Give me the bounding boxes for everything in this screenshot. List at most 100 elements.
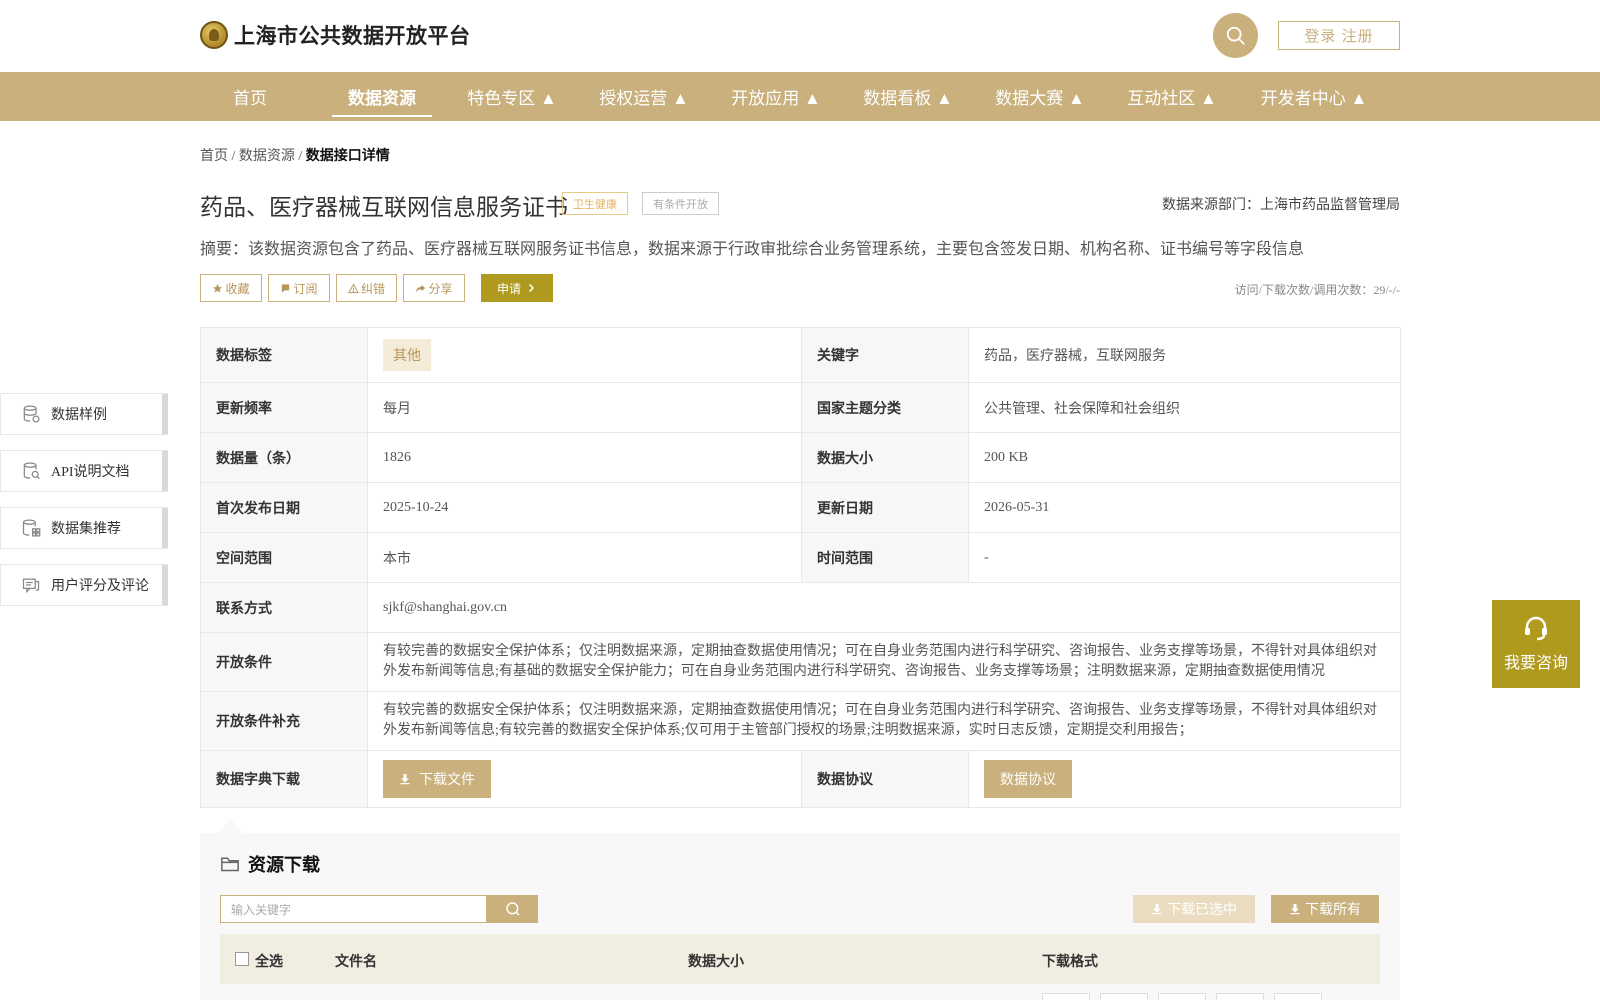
share-label: 分享 bbox=[428, 281, 453, 296]
time-range-label: 时间范围 bbox=[801, 532, 969, 583]
logo-emblem-icon bbox=[200, 21, 228, 49]
open-condition-extra-value: 有较完善的数据安全保护体系；仅注明数据来源，定期抽查数据使用情况；可在自身业务范… bbox=[367, 691, 1401, 751]
agreement-label: 数据协议 bbox=[801, 750, 969, 808]
category-tag: 卫生健康 bbox=[562, 192, 628, 215]
nav-data-resources[interactable]: 数据资源 bbox=[332, 72, 432, 121]
nav-special-zones[interactable]: 特色专区 ▲ bbox=[462, 72, 562, 121]
size-label: 数据大小 bbox=[801, 432, 969, 483]
main-nav: 首页 数据资源 特色专区 ▲ 授权运营 ▲ 开放应用 ▲ 数据看板 ▲ 数据大赛… bbox=[0, 72, 1600, 121]
breadcrumb: 首页 / 数据资源 / 数据接口详情 bbox=[200, 145, 390, 165]
format-button[interactable] bbox=[1274, 993, 1322, 1000]
dataset-grid-icon bbox=[22, 519, 41, 537]
login-register-button[interactable]: 登录 注册 bbox=[1278, 21, 1400, 50]
breadcrumb-resources[interactable]: 数据资源 bbox=[239, 149, 295, 164]
frequency-label: 更新频率 bbox=[200, 382, 368, 433]
format-button[interactable] bbox=[1216, 993, 1264, 1000]
nav-community[interactable]: 互动社区 ▲ bbox=[1122, 72, 1222, 121]
data-agreement-button[interactable]: 数据协议 bbox=[984, 760, 1072, 798]
nav-open-apps[interactable]: 开放应用 ▲ bbox=[726, 72, 826, 121]
space-range-value: 本市 bbox=[367, 532, 802, 583]
nav-data-dashboard[interactable]: 数据看板 ▲ bbox=[858, 72, 958, 121]
table-row: 联系方式 sjkf@shanghai.gov.cn bbox=[200, 582, 1401, 633]
visit-stats: 访问/下载次数/调用次数：29/-/- bbox=[1234, 283, 1400, 297]
frequency-value: 每月 bbox=[367, 382, 802, 433]
breadcrumb-separator: / bbox=[298, 149, 303, 164]
contact-value: sjkf@shanghai.gov.cn bbox=[367, 582, 1401, 633]
sidebar-item-data-sample[interactable]: 数据样例 bbox=[0, 393, 168, 435]
open-condition-label: 开放条件 bbox=[200, 632, 368, 692]
col-select-all[interactable]: 全选 bbox=[255, 951, 283, 971]
space-range-label: 空间范围 bbox=[200, 532, 368, 583]
data-tag-pill[interactable]: 其他 bbox=[383, 339, 431, 371]
top-header: 上海市公共数据开放平台 登录 注册 bbox=[0, 0, 1600, 72]
chevron-right-icon bbox=[528, 283, 535, 293]
resource-summary: 摘要：该数据资源包含了药品、医疗器械互联网服务证书信息，数据来源于行政审批综合业… bbox=[200, 241, 1305, 258]
download-all-button[interactable]: 下载所有 bbox=[1271, 895, 1379, 923]
table-row: 首次发布日期 2025-10-24 更新日期 2026-05-31 bbox=[200, 482, 1401, 533]
site-logo[interactable]: 上海市公共数据开放平台 bbox=[200, 20, 471, 50]
col-filename: 文件名 bbox=[335, 955, 377, 970]
subscribe-label: 订阅 bbox=[293, 281, 318, 296]
count-value: 1826 bbox=[367, 432, 802, 483]
headset-icon bbox=[1525, 616, 1547, 641]
table-row: 开放条件 有较完善的数据安全保护体系；仅注明数据来源，定期抽查数据使用情况；可在… bbox=[200, 632, 1401, 692]
format-button[interactable] bbox=[1158, 993, 1206, 1000]
sidebar-item-user-reviews[interactable]: 用户评分及评论 bbox=[0, 564, 168, 606]
dictionary-download-label: 数据字典下载 bbox=[200, 750, 368, 808]
resource-detail-table: 数据标签 其他 关键字 药品，医疗器械，互联网服务 更新频率 每月 国家主题分类… bbox=[200, 327, 1401, 808]
keywords-value: 药品，医疗器械，互联网服务 bbox=[968, 327, 1401, 383]
favorite-label: 收藏 bbox=[225, 281, 250, 296]
contact-label: 联系方式 bbox=[200, 582, 368, 633]
table-row: 开放条件补充 有较完善的数据安全保护体系；仅注明数据来源，定期抽查数据使用情况；… bbox=[200, 691, 1401, 751]
bookmark-flag-icon bbox=[282, 283, 290, 293]
site-title: 上海市公共数据开放平台 bbox=[234, 24, 471, 48]
format-button[interactable] bbox=[1100, 993, 1148, 1000]
open-type-tag: 有条件开放 bbox=[642, 192, 719, 215]
format-button[interactable] bbox=[1042, 993, 1090, 1000]
nav-data-contest[interactable]: 数据大赛 ▲ bbox=[990, 72, 1090, 121]
download-selected-button[interactable]: 下载已选中 bbox=[1133, 895, 1255, 923]
table-row: 空间范围 本市 时间范围 - bbox=[200, 532, 1401, 583]
theme-value: 公共管理、社会保障和社会组织 bbox=[968, 382, 1401, 433]
first-publish-label: 首次发布日期 bbox=[200, 482, 368, 533]
nav-developer-center[interactable]: 开发者中心 ▲ bbox=[1254, 72, 1374, 121]
breadcrumb-home[interactable]: 首页 bbox=[200, 149, 228, 164]
download-all-label: 下载所有 bbox=[1305, 901, 1361, 917]
favorite-button[interactable]: 收藏 bbox=[200, 274, 262, 302]
download-icon bbox=[400, 774, 410, 785]
correct-error-label: 纠错 bbox=[360, 281, 385, 296]
nav-home[interactable]: 首页 bbox=[200, 72, 300, 121]
download-title-text: 资源下载 bbox=[248, 855, 320, 876]
breadcrumb-current: 数据接口详情 bbox=[305, 149, 390, 164]
table-row: 数据量（条） 1826 数据大小 200 KB bbox=[200, 432, 1401, 483]
open-condition-value: 有较完善的数据安全保护体系；仅注明数据来源，定期抽查数据使用情况；可在自身业务范… bbox=[367, 632, 1401, 692]
correct-error-button[interactable]: 纠错 bbox=[336, 274, 397, 302]
resource-title: 药品、医疗器械互联网信息服务证书 bbox=[200, 195, 568, 221]
consult-widget[interactable]: 我要咨询 bbox=[1492, 600, 1580, 688]
col-download-format: 下载格式 bbox=[1042, 955, 1098, 970]
subscribe-button[interactable]: 订阅 bbox=[268, 274, 330, 302]
keyword-search-input[interactable]: 输入关键字 bbox=[220, 895, 487, 923]
global-search-button[interactable] bbox=[1213, 13, 1258, 58]
database-icon bbox=[23, 405, 40, 423]
sidebar-item-label: 数据集推荐 bbox=[51, 522, 121, 537]
consult-label: 我要咨询 bbox=[1503, 655, 1568, 672]
sidebar-item-api-doc[interactable]: API说明文档 bbox=[0, 450, 168, 492]
resource-download-section: 资源下载 输入关键字 下载已选中 下载所有 全选 文件名 数据大小 下载格式 bbox=[200, 833, 1400, 1000]
col-data-size: 数据大小 bbox=[688, 955, 744, 970]
search-icon bbox=[1226, 26, 1245, 45]
share-button[interactable]: 分享 bbox=[403, 274, 465, 302]
apply-button[interactable]: 申请 bbox=[481, 274, 553, 302]
search-icon bbox=[505, 902, 520, 916]
file-table-header: 全选 文件名 数据大小 下载格式 bbox=[220, 934, 1380, 984]
download-icon bbox=[1152, 904, 1162, 915]
download-file-button[interactable]: 下载文件 bbox=[383, 760, 491, 798]
sidebar-item-label: 用户评分及评论 bbox=[51, 579, 149, 594]
select-all-checkbox[interactable] bbox=[235, 952, 249, 966]
nav-authorized-operation[interactable]: 授权运营 ▲ bbox=[594, 72, 694, 121]
warning-icon bbox=[348, 282, 359, 293]
keyword-search-button[interactable] bbox=[487, 895, 538, 923]
table-row: 更新频率 每月 国家主题分类 公共管理、社会保障和社会组织 bbox=[200, 382, 1401, 433]
download-icon bbox=[1290, 904, 1300, 915]
sidebar-item-dataset-recommend[interactable]: 数据集推荐 bbox=[0, 507, 168, 549]
